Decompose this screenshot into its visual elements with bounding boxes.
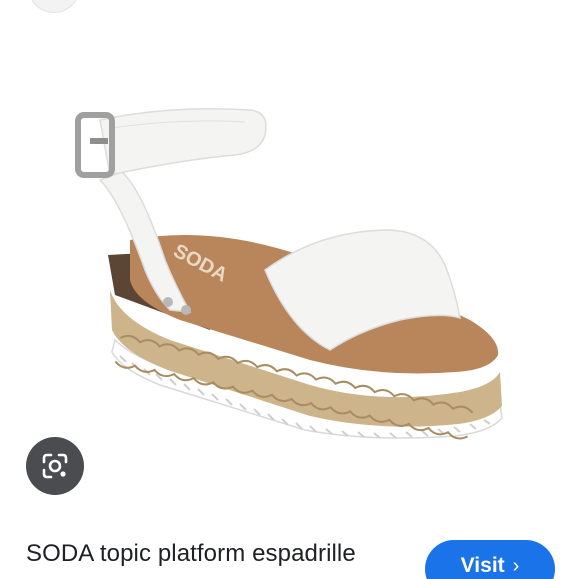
image-result-screen: SODA SODA topic platform espadrille Visi… [0,0,580,579]
google-lens-icon [42,453,68,479]
visit-label: Visit [460,554,505,577]
result-title[interactable]: SODA topic platform espadrille [26,540,356,568]
lens-search-button[interactable] [26,437,84,495]
product-image[interactable]: SODA [60,80,520,450]
ankle-strap [99,108,267,176]
buckle-prong [90,138,108,144]
strap-rivet [163,297,173,307]
visit-button[interactable]: Visit › [425,540,555,579]
chevron-right-icon: › [512,555,520,577]
strap-rivet [181,305,191,315]
source-favicon[interactable] [28,0,80,13]
